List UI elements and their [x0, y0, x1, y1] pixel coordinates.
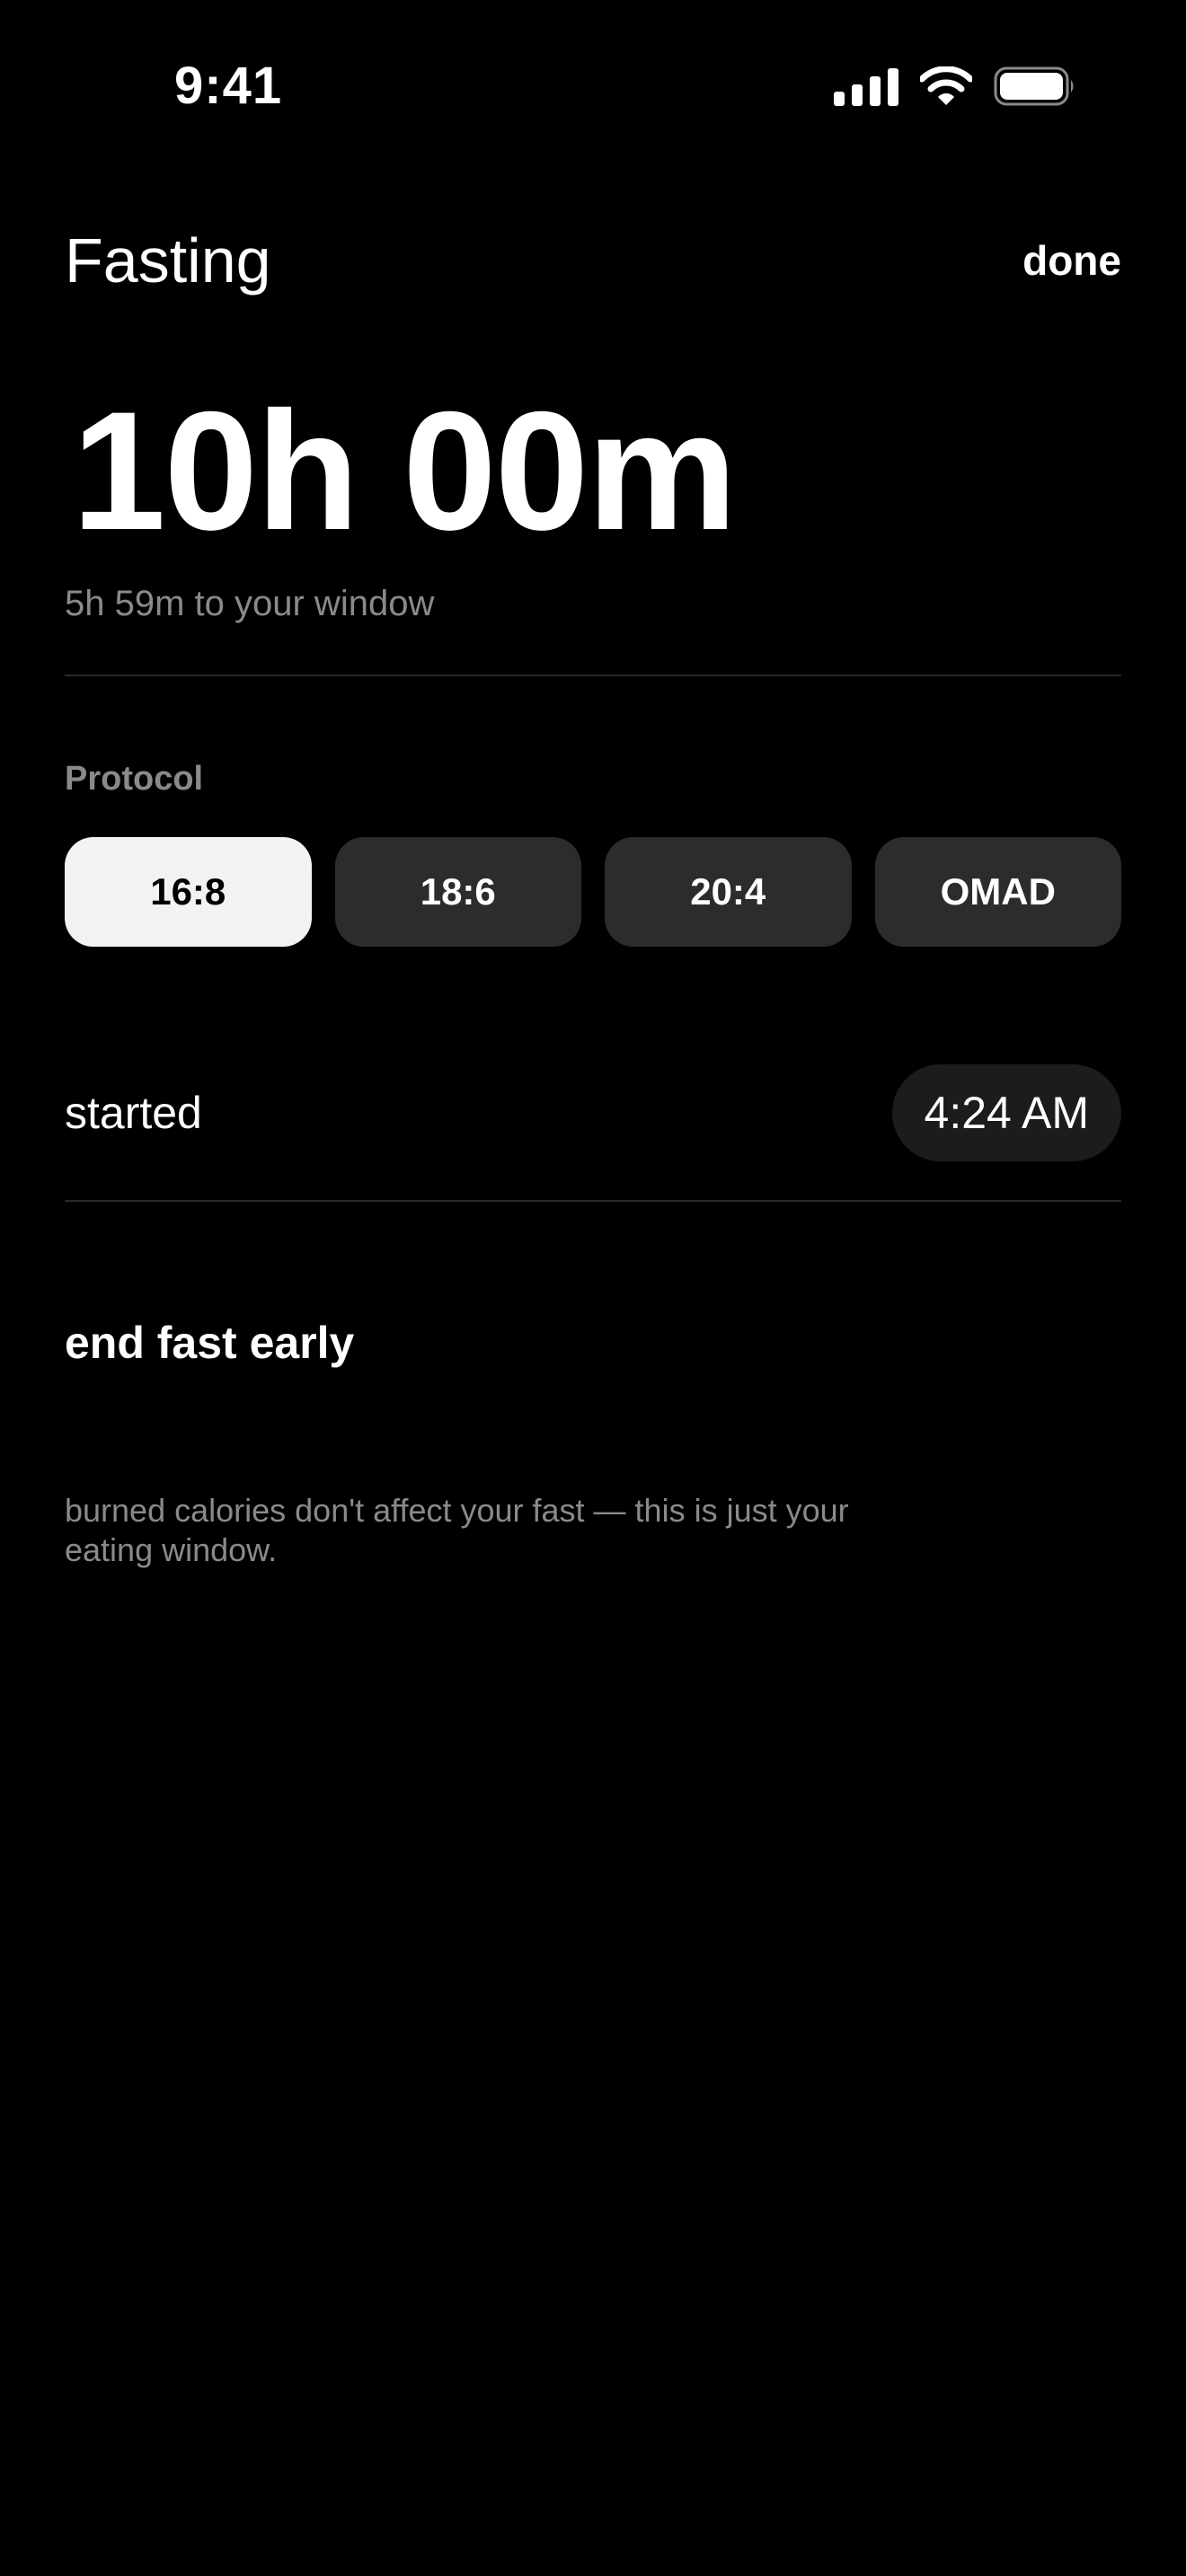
- time-remaining-text: 5h 59m to your window: [65, 584, 435, 623]
- protocol-option-20-4[interactable]: 20:4: [605, 837, 852, 947]
- divider: [65, 1200, 1121, 1202]
- status-time: 9:41: [174, 57, 283, 115]
- started-row: started 4:24 AM: [65, 1063, 1121, 1162]
- end-fast-early-button[interactable]: end fast early: [65, 1317, 354, 1369]
- start-time-picker[interactable]: 4:24 AM: [891, 1064, 1121, 1161]
- status-icons: [834, 65, 1076, 108]
- cellular-signal-icon: [834, 66, 898, 106]
- done-button[interactable]: done: [1022, 236, 1121, 285]
- divider: [65, 675, 1121, 676]
- footnote-text: burned calories don't affect your fast —…: [65, 1492, 849, 1568]
- status-bar: 9:41: [0, 0, 1186, 171]
- protocol-option-16-8[interactable]: 16:8: [65, 837, 312, 947]
- started-label: started: [65, 1088, 202, 1138]
- header: Fasting done: [65, 216, 1121, 305]
- protocol-selector: 16:8 18:6 20:4 OMAD: [65, 837, 1121, 947]
- wifi-icon: [920, 66, 972, 105]
- page-title: Fasting: [65, 225, 271, 296]
- protocol-option-omad[interactable]: OMAD: [874, 837, 1121, 947]
- protocol-option-18-6[interactable]: 18:6: [334, 837, 581, 947]
- elapsed-timer: 10h 00m: [72, 376, 737, 565]
- battery-icon: [994, 66, 1074, 106]
- protocol-label: Protocol: [65, 760, 204, 798]
